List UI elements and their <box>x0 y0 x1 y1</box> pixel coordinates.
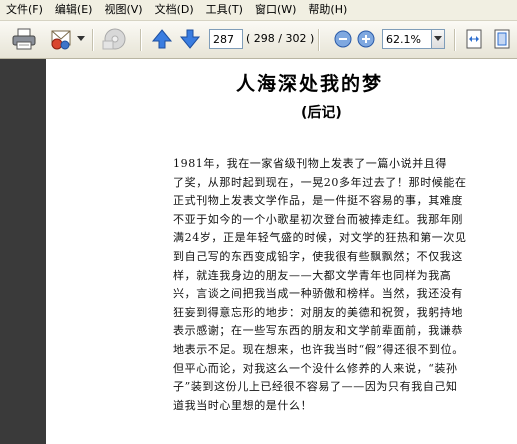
email-dropdown-arrow[interactable] <box>76 33 86 45</box>
text-line: 1981年，我在一家省级刊物上发表了一篇小说并且得 <box>173 157 447 170</box>
toolbar: ( 298 / 302 ) <box>0 21 517 59</box>
menu-view[interactable]: 视图(V) <box>98 0 148 20</box>
menu-edit[interactable]: 编辑(E) <box>49 0 99 20</box>
text-line: 狂妄到得意忘形的地步：对朋友的美德和祝贺，我躬持地 <box>173 305 463 319</box>
zoom-out-icon <box>334 30 352 48</box>
text-line: 到自己写的东西变成铅字，使我很有些飘飘然；不仅我这 <box>173 249 463 263</box>
zoom-in-icon <box>357 30 375 48</box>
toolbar-separator <box>454 29 456 51</box>
next-page-button[interactable] <box>178 27 202 51</box>
chevron-down-icon <box>77 36 85 41</box>
text-line: 正式刊物上发表文学作品，是一件挺不容易的事，其难度 <box>173 194 463 208</box>
email-icon <box>51 30 71 50</box>
menu-file[interactable]: 文件(F) <box>0 0 49 20</box>
text-line: 了奖，从那时起到现在，一晃20多年过去了！那时候能在 <box>173 175 467 189</box>
text-line: 子”装到这份儿上已经很不容易了——因为只有我自己知 <box>173 380 458 394</box>
zoom-in-button[interactable] <box>356 29 376 49</box>
attach-button[interactable] <box>100 26 130 52</box>
text-line: 样，就连我身边的朋友——大都文学青年也同样为我高 <box>173 268 452 282</box>
fit-width-icon <box>466 29 482 49</box>
menu-document[interactable]: 文档(D) <box>149 0 200 20</box>
zoom-input[interactable] <box>382 29 432 49</box>
print-icon <box>12 28 36 50</box>
text-line: 地表示不足。现在想来，也许我当时“假”得还很不到位。 <box>173 342 464 356</box>
chevron-down-icon <box>434 36 442 41</box>
next-page-icon <box>179 29 201 49</box>
text-line: 道我当时心里想的是什么！ <box>173 398 313 412</box>
text-line: 但平心而论，对我这么一个没什么修养的人来说，“装孙 <box>173 361 458 375</box>
text-line: 兴，言谈之间把我当成一种骄傲和榜样。当然，我还没有 <box>173 287 463 301</box>
toolbar-separator <box>318 29 320 51</box>
zoom-dropdown[interactable] <box>431 29 445 49</box>
menu-window[interactable]: 窗口(W) <box>249 0 302 20</box>
toolbar-separator <box>92 29 94 51</box>
email-button[interactable] <box>47 26 75 52</box>
menu-help[interactable]: 帮助(H) <box>302 0 353 20</box>
prev-page-icon <box>151 29 173 49</box>
fit-page-button[interactable] <box>491 27 513 51</box>
document-subtitle: (后记) <box>301 105 342 121</box>
fit-page-icon <box>494 29 510 49</box>
text-line: 表示感谢；在一些写东西的朋友和文学前辈面前，我谦恭 <box>173 324 463 338</box>
menu-tools[interactable]: 工具(T) <box>200 0 249 20</box>
page-number-input[interactable] <box>209 29 243 49</box>
text-line: 不亚于如今的一个小歌星初次登台而被捧走红。我那年刚 <box>173 212 463 226</box>
prev-page-button[interactable] <box>150 27 174 51</box>
menu-bar: 文件(F) 编辑(E) 视图(V) 文档(D) 工具(T) 窗口(W) 帮助(H… <box>0 0 517 21</box>
document-body: 1981年，我在一家省级刊物上发表了一篇小说并且得 了奖，从那时起到现在，一晃2… <box>173 155 517 415</box>
print-button[interactable] <box>10 26 38 52</box>
document-page[interactable]: 人海深处我的梦 (后记) 1981年，我在一家省级刊物上发表了一篇小说并且得 了… <box>46 59 517 444</box>
zoom-out-button[interactable] <box>333 29 353 49</box>
text-line: 满24岁，正是年轻气盛的时候，对文学的狂热和第一次见 <box>173 231 467 245</box>
toolbar-separator <box>140 29 142 51</box>
document-title: 人海深处我的梦 <box>236 73 384 95</box>
disk-icon <box>102 28 126 50</box>
fit-width-button[interactable] <box>463 27 485 51</box>
page-count-label: ( 298 / 302 ) <box>246 32 315 45</box>
navigation-panel <box>0 59 46 444</box>
